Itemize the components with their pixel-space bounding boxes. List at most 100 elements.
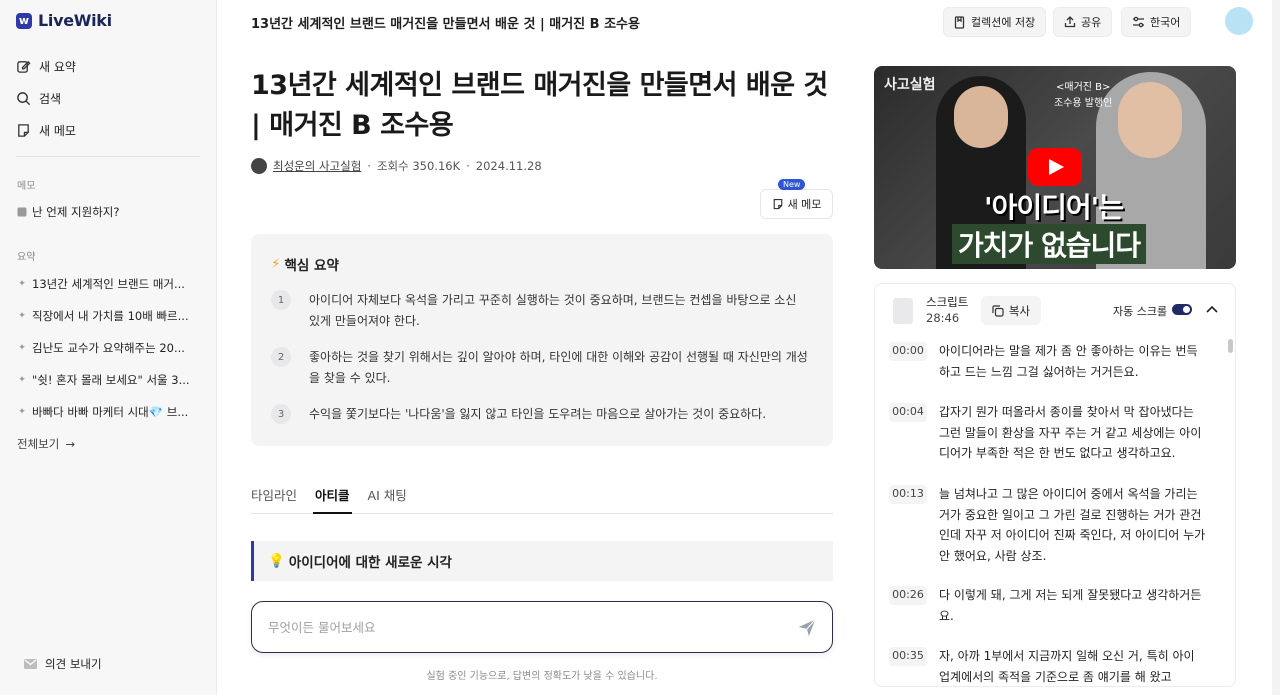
new-memo-button[interactable]: 새 메모 [760, 189, 833, 219]
summary-item[interactable]: ✦ 김난도 교수가 요약해주는 20... [17, 332, 207, 364]
video-caption-line2: 가치가 없습니다 [952, 224, 1147, 264]
transcript-line[interactable]: 00:35 자, 아까 1부에서 지금까지 일해 오신 거, 특히 아이 업계에… [889, 646, 1207, 686]
auto-scroll-label: 자동 스크롤 [1113, 305, 1168, 318]
ask-input[interactable] [268, 616, 768, 638]
sidebar-divider [16, 156, 200, 157]
transcript-line[interactable]: 00:26 다 이렇게 돼, 그게 저는 되게 잘못됐다고 생각하거든요. [889, 585, 1207, 626]
sparkle-icon: ✦ [18, 407, 26, 417]
new-badge: New [778, 179, 806, 190]
logo[interactable]: w LiveWiki [16, 11, 112, 30]
language-button[interactable]: 한국어 [1121, 7, 1192, 37]
article-meta: 최성운의 사고실험 · 조회수 350.16K · 2024.11.28 [251, 158, 542, 174]
sidebar: w LiveWiki 새 요약 검색 새 메모 메모 난 언제 지원하지? 요약… [0, 0, 217, 695]
summary-heading-label: 핵심 요약 [284, 258, 339, 274]
point-text: 수익을 쫓기보다는 '나다움'을 잃지 않고 타인을 도우려는 마음으로 살아가… [309, 407, 767, 421]
transcript-panel: 스크립트 28:46 복사 자동 스크롤 00:00 아이디어라는 말을 제가 … [874, 283, 1236, 687]
play-icon[interactable] [1028, 148, 1082, 186]
nav-label: 새 메모 [39, 123, 76, 138]
memo-list: 난 언제 지원하지? [17, 196, 207, 228]
user-avatar[interactable] [1225, 7, 1253, 35]
new-memo-label: 새 메모 [787, 198, 822, 211]
transcript-line[interactable]: 00:13 늘 넘쳐나고 그 많은 아이디어 중에서 옥석을 가리는 거가 중요… [889, 484, 1207, 566]
meta-separator: · [466, 159, 470, 173]
summary-point: 1 아이디어 자체보다 옥석을 가리고 꾸준히 실행하는 것이 중요하며, 브랜… [271, 290, 811, 332]
view-count: 조회수 350.16K [376, 159, 461, 173]
share-button[interactable]: 공유 [1053, 7, 1113, 37]
publish-date: 2024.11.28 [475, 159, 542, 173]
note-icon [773, 198, 782, 210]
feedback-label: 의견 보내기 [45, 657, 102, 671]
save-to-collection-button[interactable]: 컬렉션에 저장 [943, 7, 1047, 37]
transcript-scrollbar[interactable] [1228, 339, 1233, 353]
copy-label: 복사 [1008, 303, 1031, 318]
memo-item[interactable]: 난 언제 지원하지? [17, 196, 207, 228]
meta-separator: · [367, 159, 371, 173]
sparkle-icon: ✦ [18, 343, 26, 353]
memo-item-label: 난 언제 지원하지? [32, 205, 120, 219]
arrow-right-icon: → [65, 437, 75, 451]
mail-icon [24, 659, 37, 669]
nav-new-memo[interactable]: 새 메모 [16, 114, 206, 146]
nav-search[interactable]: 검색 [16, 82, 206, 114]
chevron-up-icon[interactable] [1206, 302, 1218, 316]
tab-article[interactable]: 아티클 [313, 480, 352, 514]
summary-item[interactable]: ✦ 13년간 세계적인 브랜드 매거... [17, 268, 207, 300]
summary-item[interactable]: ✦ "쉿! 혼자 몰래 보세요" 서울 3... [17, 364, 207, 396]
see-all-label: 전체보기 [17, 437, 60, 451]
topbar-title: 13년간 세계적인 브랜드 매거진을 만들면서 배운 것 | 매거진 B 조수용 [251, 17, 640, 32]
note-icon [18, 123, 29, 137]
timestamp[interactable]: 00:35 [889, 647, 927, 666]
ask-disclaimer: 실험 중인 기능으로, 답변의 정확도가 낮을 수 있습니다. [426, 671, 658, 682]
timestamp[interactable]: 00:00 [889, 342, 927, 361]
transcript-line[interactable]: 00:04 갑자기 뭔가 떠올라서 종이를 찾아서 막 잡아냈다는 그런 말들이… [889, 402, 1207, 464]
timestamp[interactable]: 00:26 [889, 586, 927, 605]
transcript-text: 늘 넘쳐나고 그 많은 아이디어 중에서 옥석을 가리는 거가 중요한 일이고 … [939, 487, 1206, 563]
summary-point: 2 좋아하는 것을 찾기 위해서는 깊이 알아야 하며, 타인에 대한 이해와 … [271, 347, 811, 389]
nav-new-summary[interactable]: 새 요약 [16, 50, 206, 82]
point-number: 1 [271, 290, 291, 310]
bookmark-icon [954, 15, 965, 29]
nav-label: 새 요약 [39, 59, 76, 74]
video-caption-line1: '아이디어'는 [984, 191, 1124, 224]
page-scrollbar[interactable] [1272, 0, 1280, 695]
summary-item[interactable]: ✦ 직장에서 내 가치를 10배 빠르... [17, 300, 207, 332]
video-channel-logo: 사고실험 [884, 77, 936, 93]
timestamp[interactable]: 00:13 [889, 485, 927, 504]
tab-ai-chat[interactable]: AI 채팅 [368, 480, 407, 514]
save-label: 컬렉션에 저장 [971, 16, 1036, 29]
sparkle-icon: ✦ [18, 311, 26, 321]
summary-section-label: 요약 [17, 252, 36, 263]
channel-link[interactable]: 최성운의 사고실험 [273, 158, 361, 174]
video-thumbnail[interactable]: 사고실험 <매거진 B> 조수용 발행인 '아이디어'는 가치가 없습니다 [874, 66, 1236, 269]
article-section-label: 아이디어에 대한 새로운 시각 [288, 555, 452, 571]
feedback-button[interactable]: 의견 보내기 [24, 656, 102, 672]
transcript-text: 다 이렇게 돼, 그게 저는 되게 잘못됐다고 생각하거든요. [939, 588, 1202, 623]
article-title: 13년간 세계적인 브랜드 매거진을 만들면서 배운 것 | 매거진 B 조수용 [251, 70, 828, 141]
summary-item-label: "쉿! 혼자 몰래 보세요" 서울 3... [32, 373, 190, 387]
memo-icon [17, 207, 27, 217]
timestamp[interactable]: 00:04 [889, 403, 927, 422]
summary-item-label: 13년간 세계적인 브랜드 매거... [32, 277, 185, 291]
document-icon [893, 298, 913, 324]
see-all-link[interactable]: 전체보기 → [17, 436, 75, 452]
sidebar-nav: 새 요약 검색 새 메모 [16, 50, 206, 146]
point-number: 2 [271, 347, 291, 367]
share-label: 공유 [1081, 16, 1102, 29]
transcript-label: 스크립트 [926, 295, 969, 309]
point-number: 3 [271, 404, 291, 424]
lightning-icon: ⚡ [271, 256, 281, 272]
summary-point: 3 수익을 쫓기보다는 '나다움'을 잃지 않고 타인을 도우려는 마음으로 살… [271, 404, 811, 425]
tab-timeline[interactable]: 타임라인 [251, 480, 297, 514]
summary-item[interactable]: ✦ 바빠다 바빠 마케터 시대💎 브... [17, 396, 207, 428]
video-caption-small-line: <매거진 B> [1055, 82, 1111, 93]
sparkle-icon: ✦ [18, 279, 26, 289]
summary-item-label: 김난도 교수가 요약해주는 20... [32, 341, 185, 355]
auto-scroll-toggle[interactable] [1172, 304, 1192, 315]
channel-avatar [251, 158, 267, 174]
nav-label: 검색 [39, 91, 62, 106]
copy-button[interactable]: 복사 [981, 296, 1041, 325]
edit-icon [17, 60, 31, 73]
transcript-duration: 28:46 [926, 311, 960, 325]
send-icon[interactable] [796, 616, 818, 638]
transcript-line[interactable]: 00:00 아이디어라는 말을 제가 좀 안 좋아하는 이유는 번득하고 드는 … [889, 341, 1207, 382]
